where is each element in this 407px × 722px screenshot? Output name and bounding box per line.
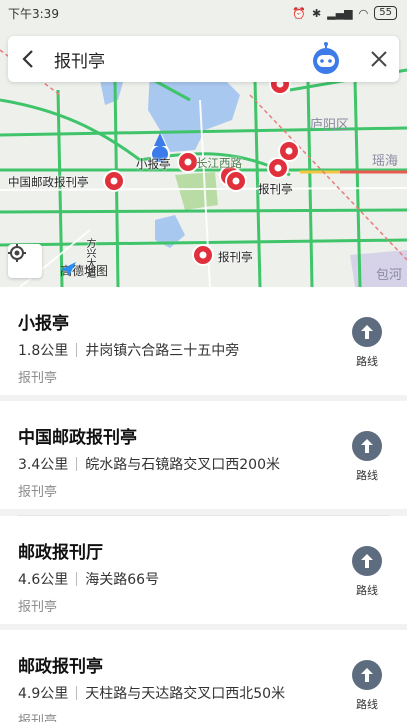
result-item[interactable]: 中国邮政报刊亭 3.4公里 皖水路与石镜路交叉口西200米 报刊亭 路线 <box>0 401 407 509</box>
map-label-district: 庐阳区 <box>310 118 350 133</box>
wifi-icon: ◠ <box>358 6 369 20</box>
map-label-area: 包河 <box>376 268 403 283</box>
results-list[interactable]: 小报亭 1.8公里 井岗镇六合路三十五中旁 报刊亭 路线 中国邮政报刊亭 3.4… <box>0 287 407 722</box>
route-arrow-icon <box>352 546 382 576</box>
close-button[interactable] <box>359 36 399 82</box>
route-button[interactable]: 路线 <box>349 317 385 369</box>
close-icon <box>371 51 387 67</box>
result-info: 1.8公里 井岗镇六合路三十五中旁 <box>18 340 239 360</box>
map-label-poi[interactable]: 中国邮政报刊亭 <box>8 174 89 190</box>
status-bar: 下午3:39 ⏰ ✱ ▂▄▆ ◠ 55 <box>0 0 407 26</box>
back-button[interactable] <box>8 36 48 82</box>
route-label: 路线 <box>356 355 378 368</box>
map-label-area: 瑶海 <box>372 154 399 169</box>
map-label-road: 长江西路 <box>196 156 242 170</box>
result-address: 天柱路与天达路交叉口西北50米 <box>85 686 286 702</box>
route-label: 路线 <box>356 698 378 711</box>
locate-button[interactable] <box>8 244 42 278</box>
result-info: 4.6公里 海关路66号 <box>18 569 159 589</box>
route-button[interactable]: 路线 <box>349 546 385 598</box>
amap-logo-icon <box>60 262 76 276</box>
result-distance: 1.8公里 <box>18 343 69 359</box>
locate-icon <box>8 244 26 262</box>
result-address: 皖水路与石镜路交叉口西200米 <box>85 457 280 473</box>
chevron-left-icon <box>22 50 33 68</box>
result-address: 海关路66号 <box>85 572 160 588</box>
robot-assistant-icon <box>313 42 339 74</box>
result-address: 井岗镇六合路三十五中旁 <box>85 343 240 359</box>
voice-assistant-button[interactable] <box>309 42 343 76</box>
bluetooth-icon: ✱ <box>312 6 322 20</box>
search-bar[interactable]: 报刊亭 <box>8 36 399 82</box>
result-name: 小报亭 <box>18 314 69 334</box>
route-arrow-icon <box>352 431 382 461</box>
route-label: 路线 <box>356 584 378 597</box>
result-distance: 4.6公里 <box>18 572 69 588</box>
route-label: 路线 <box>356 469 378 482</box>
info-divider <box>76 572 78 586</box>
result-name: 邮政报刊亭 <box>18 657 103 677</box>
result-item[interactable]: 邮政报刊亭 4.9公里 天柱路与天达路交叉口西北50米 报刊亭 路线 <box>0 630 407 722</box>
map-label-poi[interactable]: 报刊亭 <box>218 249 253 265</box>
result-info: 3.4公里 皖水路与石镜路交叉口西200米 <box>18 454 280 474</box>
result-distance: 4.9公里 <box>18 686 69 702</box>
map-label-poi[interactable]: 报刊亭 <box>258 181 293 197</box>
info-divider <box>76 457 78 471</box>
result-category: 报刊亭 <box>18 371 58 386</box>
result-item[interactable]: 邮政报刊厅 4.6公里 海关路66号 报刊亭 路线 <box>0 516 407 624</box>
battery-indicator: 55 <box>374 6 397 20</box>
result-info: 4.9公里 天柱路与天达路交叉口西北50米 <box>18 683 285 703</box>
status-time: 下午3:39 <box>8 6 59 21</box>
map-label-poi[interactable]: 小报亭 <box>136 156 171 172</box>
route-button[interactable]: 路线 <box>349 660 385 712</box>
result-distance: 3.4公里 <box>18 457 69 473</box>
alarm-icon: ⏰ <box>292 6 307 20</box>
info-divider <box>76 686 78 700</box>
signal-icon: ▂▄▆ <box>327 6 353 20</box>
result-item[interactable]: 小报亭 1.8公里 井岗镇六合路三十五中旁 报刊亭 路线 <box>0 287 407 395</box>
result-name: 中国邮政报刊亭 <box>18 428 137 448</box>
result-category: 报刊亭 <box>18 600 58 615</box>
result-name: 邮政报刊厅 <box>18 543 103 563</box>
route-arrow-icon <box>352 317 382 347</box>
route-button[interactable]: 路线 <box>349 431 385 483</box>
route-arrow-icon <box>352 660 382 690</box>
amap-logo: 高德地图 <box>60 262 108 279</box>
result-category: 报刊亭 <box>18 485 58 500</box>
result-category: 报刊亭 <box>18 714 58 722</box>
info-divider <box>76 343 78 357</box>
search-input[interactable]: 报刊亭 <box>48 47 309 72</box>
